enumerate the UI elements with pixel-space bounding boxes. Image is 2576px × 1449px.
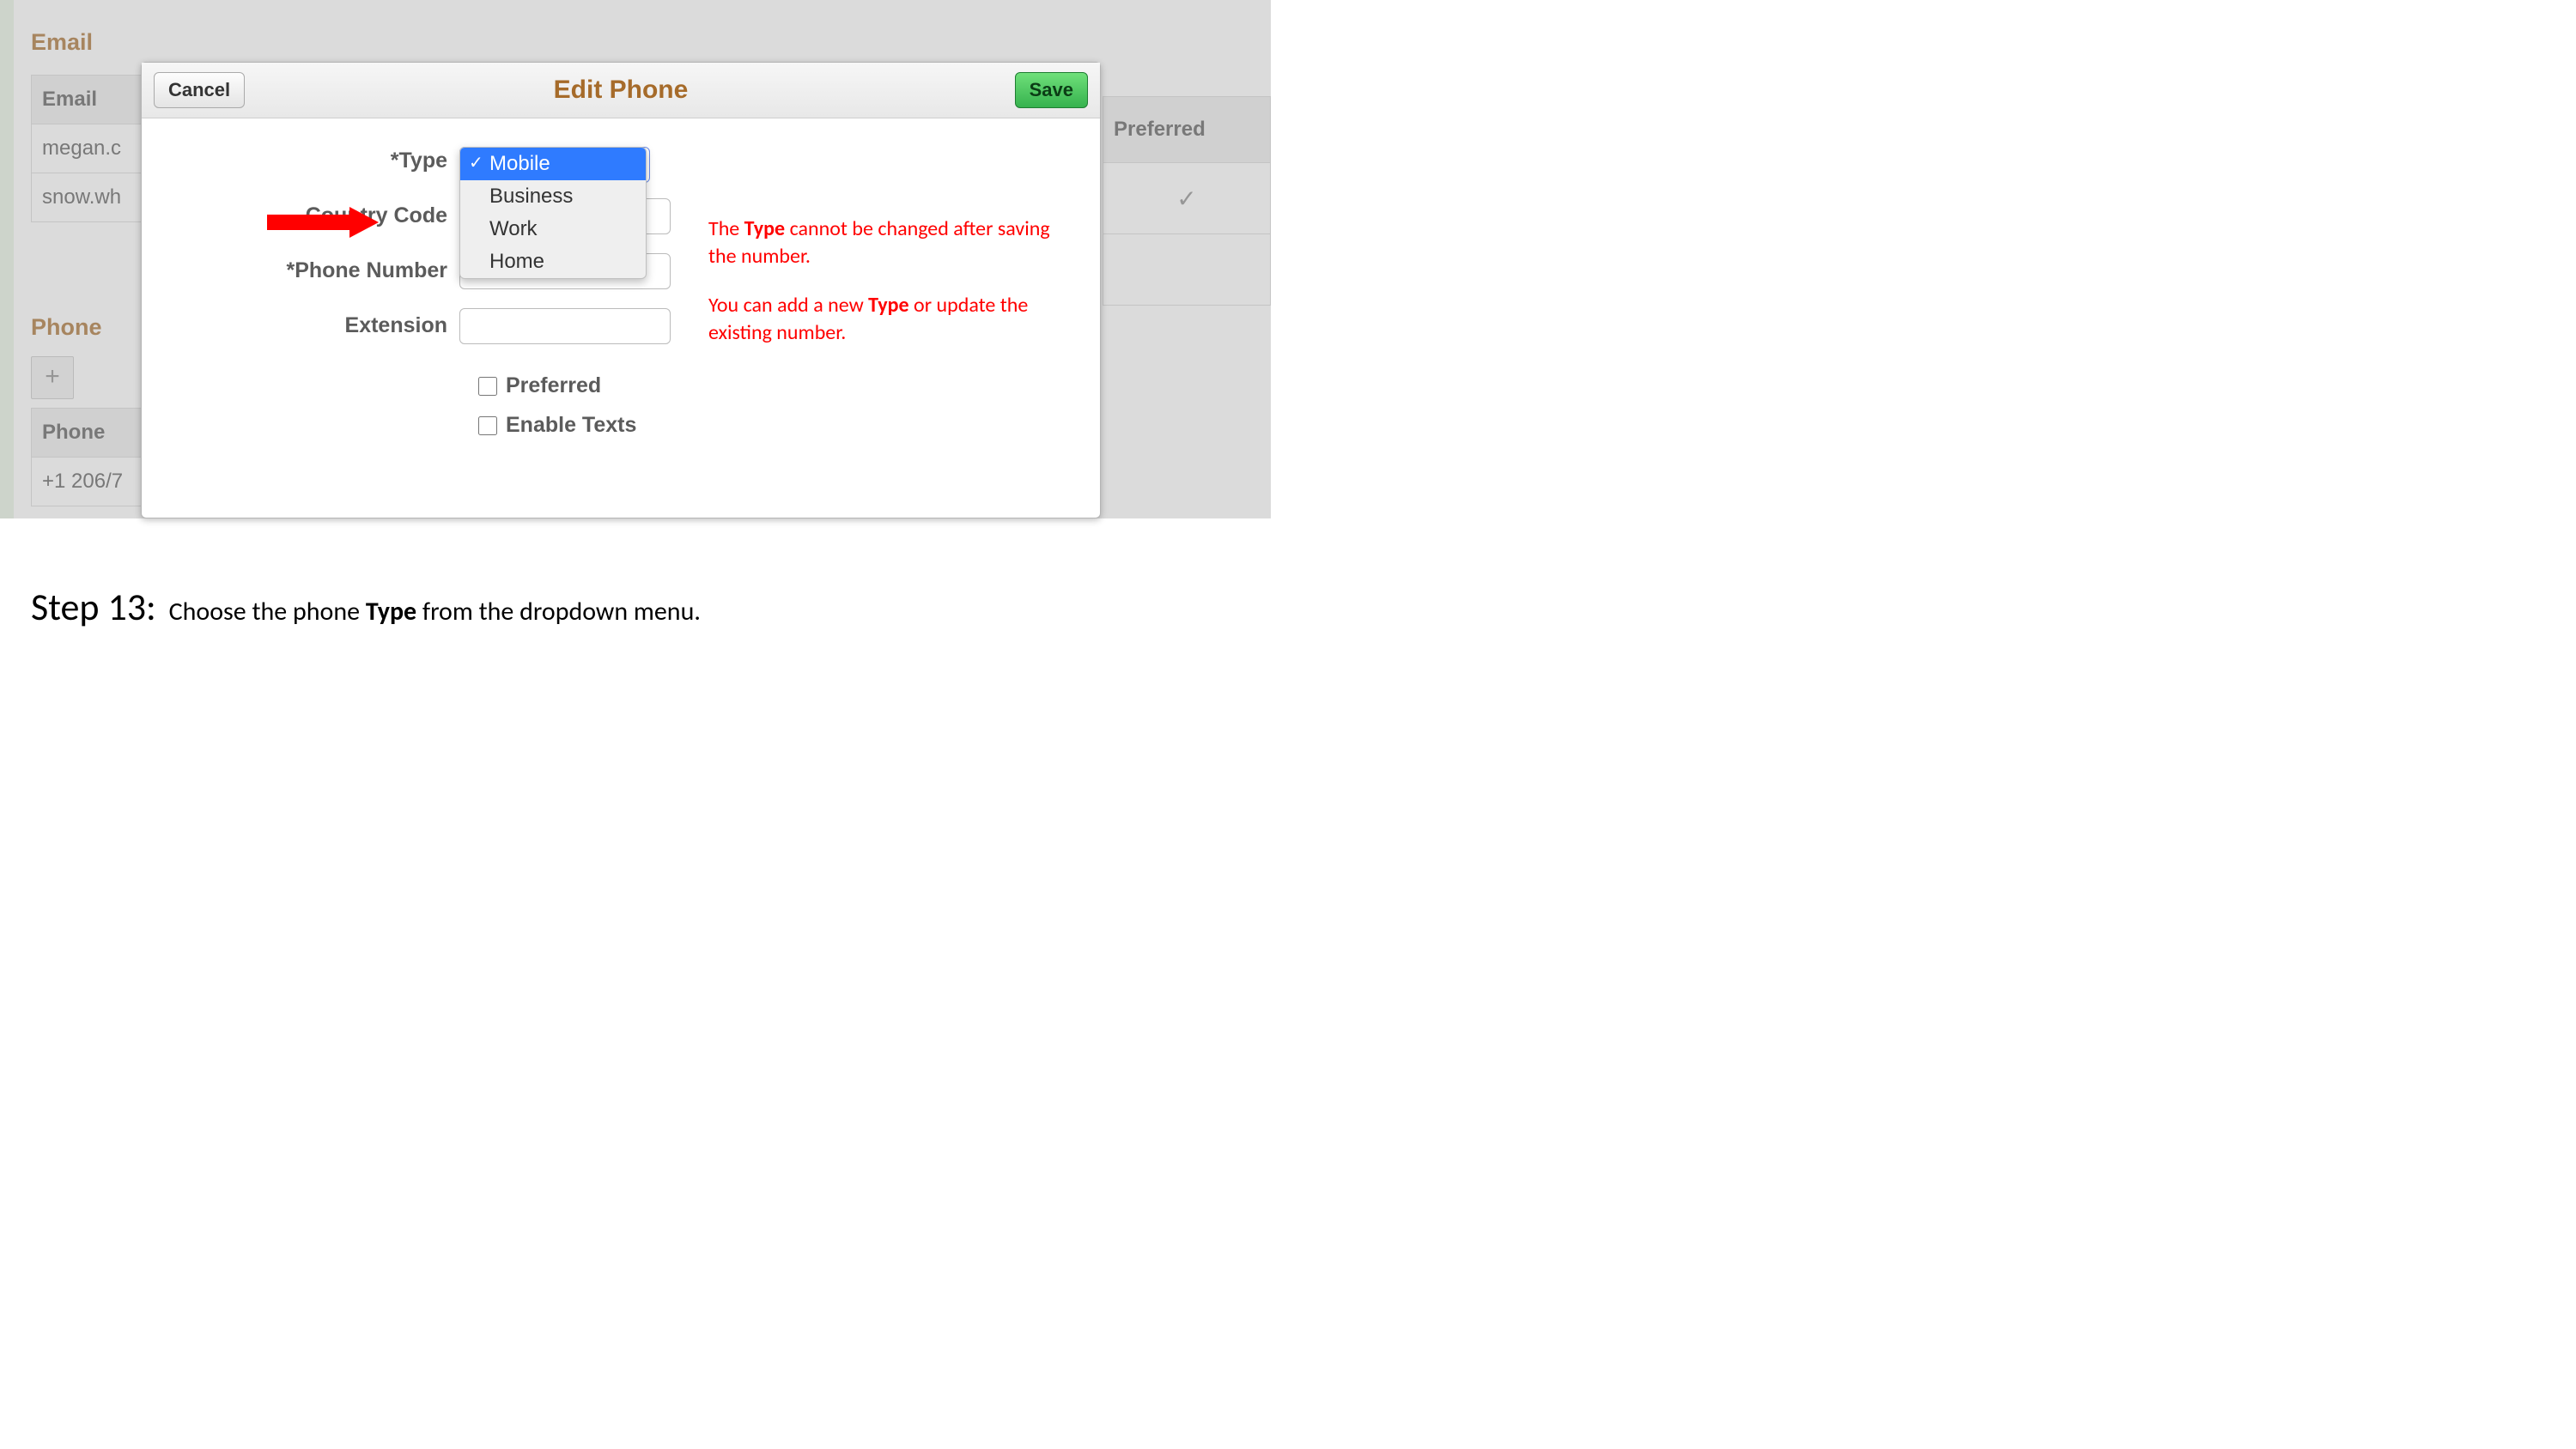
step-caption: Step 13: Choose the phone Type from the … — [31, 584, 701, 630]
red-arrow-annotation — [267, 207, 387, 238]
helper-text-bold: Type — [868, 293, 908, 318]
form-row-enable-texts: Enable Texts — [475, 413, 636, 438]
step-number: Step 13: — [31, 584, 156, 630]
caption-bold: Type — [366, 596, 416, 627]
dropdown-option-home[interactable]: Home — [460, 246, 646, 278]
helper-line-1: The Type cannot be changed after saving … — [708, 215, 1069, 271]
preferred-checkbox[interactable] — [478, 377, 497, 396]
preferred-header: Preferred — [1103, 97, 1271, 163]
modal-header: Cancel Edit Phone Save — [142, 63, 1100, 118]
arrow-shaft — [267, 215, 349, 230]
email-section-title: Email — [31, 29, 251, 56]
helper-line-2: You can add a new Type or update the exi… — [708, 292, 1069, 348]
preferred-check-cell: ✓ — [1103, 163, 1271, 234]
check-icon: ✓ — [1176, 185, 1196, 212]
cancel-button[interactable]: Cancel — [154, 72, 245, 108]
plus-icon: + — [45, 362, 60, 391]
edit-phone-modal: Cancel Edit Phone Save *Type Mobile Busi… — [141, 62, 1101, 518]
dropdown-option-work[interactable]: Work — [460, 213, 646, 246]
helper-text-frag: You can add a new — [708, 293, 868, 318]
add-phone-button[interactable]: + — [31, 356, 74, 399]
caption-text-frag: from the dropdown menu. — [416, 596, 701, 627]
type-dropdown-menu: Mobile Business Work Home — [459, 147, 647, 279]
type-label: *Type — [142, 149, 459, 173]
form-row-preferred: Preferred — [475, 373, 601, 398]
extension-label: Extension — [142, 313, 459, 338]
helper-text: The Type cannot be changed after saving … — [708, 215, 1069, 368]
helper-text-bold: Type — [744, 216, 785, 241]
preferred-empty-cell — [1103, 234, 1271, 306]
preferred-column: Preferred ✓ — [1103, 96, 1271, 306]
type-dropdown[interactable]: Mobile Business Work Home — [459, 147, 648, 183]
phone-number-label: *Phone Number — [142, 258, 459, 283]
enable-texts-checkbox[interactable] — [478, 416, 497, 435]
left-vertical-accent — [0, 0, 14, 518]
helper-text-frag: The — [708, 216, 744, 241]
preferred-checkbox-label: Preferred — [506, 373, 601, 398]
dropdown-option-business[interactable]: Business — [460, 180, 646, 213]
caption-text-frag: Choose the phone — [169, 596, 366, 627]
enable-texts-checkbox-label: Enable Texts — [506, 413, 636, 438]
save-button[interactable]: Save — [1015, 72, 1088, 108]
dropdown-option-mobile[interactable]: Mobile — [460, 148, 646, 180]
arrow-head-icon — [349, 207, 379, 238]
modal-title: Edit Phone — [554, 76, 689, 105]
extension-input[interactable] — [459, 308, 671, 344]
